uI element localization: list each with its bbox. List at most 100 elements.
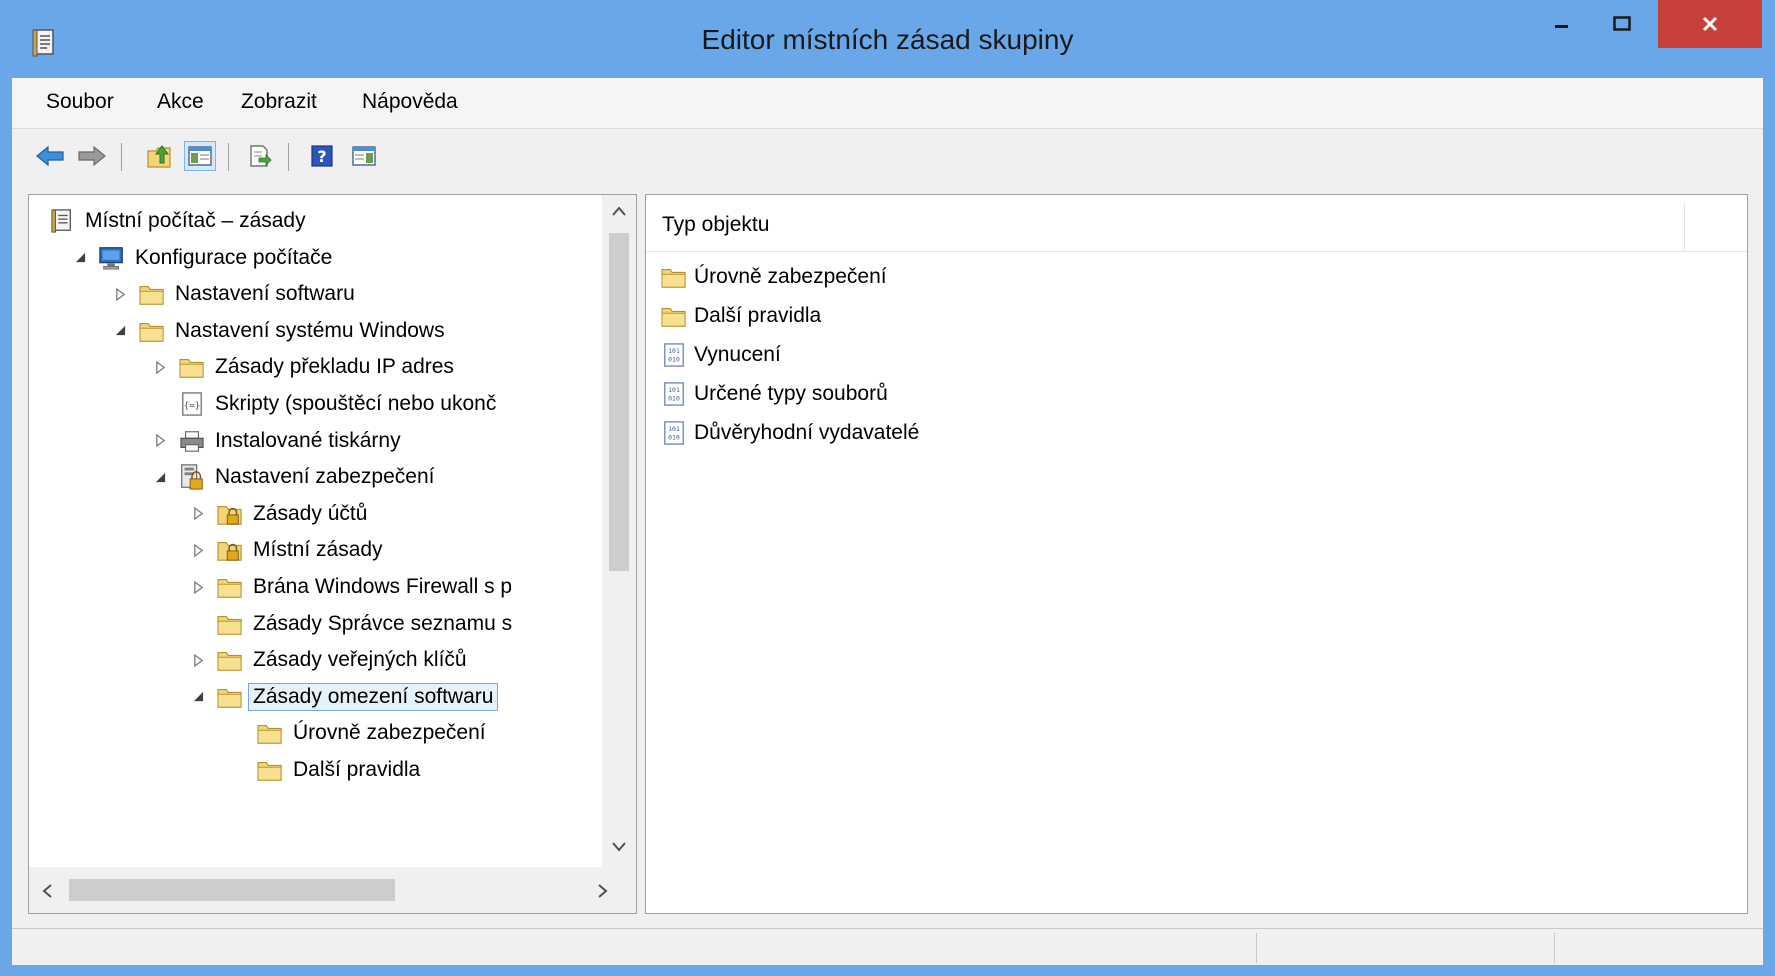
tree-pane[interactable]: Místní počítač – zásady Konfigurace počít… <box>28 194 637 914</box>
toolbar-separator <box>228 143 229 171</box>
tree-item-label: Zásady překladu IP adres <box>215 355 454 379</box>
tree-item-label: Zásady veřejných klíčů <box>253 648 467 672</box>
minimize-button[interactable] <box>1536 0 1588 48</box>
help-button[interactable]: ? <box>306 141 338 171</box>
tree-item[interactable]: Zásady Správce seznamu s <box>187 606 512 642</box>
locked-folder-icon <box>215 536 245 564</box>
tree-item-label: Další pravidla <box>293 758 421 781</box>
tree-item[interactable]: Zásady veřejných klíčů <box>187 642 467 678</box>
scroll-right-icon[interactable] <box>597 883 609 899</box>
expander-placeholder <box>187 613 209 635</box>
back-arrow-icon <box>36 145 64 167</box>
tree-item[interactable]: Brána Windows Firewall s p <box>187 569 512 605</box>
list-item[interactable]: Úrovně zabezpečení <box>660 259 887 295</box>
expanded-arrow-icon[interactable] <box>69 247 91 269</box>
tree-item-label: Úrovně zabezpečení <box>293 721 486 745</box>
list-header: Typ objektu <box>646 195 1747 252</box>
menu-napoveda[interactable]: Nápověda <box>362 90 458 114</box>
list-pane[interactable]: Typ objektu Úrovně zabezpečení Další prav… <box>645 194 1748 914</box>
tree-item[interactable]: Konfigurace počítače <box>69 240 332 276</box>
collapsed-arrow-icon[interactable] <box>149 356 171 378</box>
tree-item[interactable]: Zásady omezení softwaru <box>187 679 499 715</box>
folder-icon <box>255 756 285 784</box>
collapsed-arrow-icon[interactable] <box>187 539 209 561</box>
up-level-button[interactable] <box>144 141 176 171</box>
folder-icon <box>660 263 688 291</box>
collapsed-arrow-icon[interactable] <box>187 649 209 671</box>
tree-item-label: Místní počítač – zásady <box>85 209 306 232</box>
svg-text:010: 010 <box>668 394 680 402</box>
tree-vertical-scroll-thumb[interactable] <box>609 233 629 571</box>
tree-item-label: Brána Windows Firewall s p <box>253 575 513 598</box>
tree-horizontal-scroll-thumb[interactable] <box>69 879 395 901</box>
tree-item[interactable]: Další pravidla <box>227 752 420 788</box>
tree-item[interactable]: Nastavení systému Windows <box>109 313 445 349</box>
toolbar-separator <box>121 143 122 171</box>
tree-item[interactable]: Instalované tiskárny <box>149 423 401 459</box>
tree-horizontal-scrollbar[interactable] <box>29 867 636 913</box>
tree-item[interactable]: Úrovně zabezpečení <box>227 715 486 751</box>
menu-zobrazit[interactable]: Zobrazit <box>241 90 317 114</box>
list-item-label: Úrovně zabezpečení <box>694 265 887 288</box>
svg-text:010: 010 <box>668 433 680 441</box>
column-header-type[interactable]: Typ objektu <box>662 213 769 237</box>
export-list-button[interactable] <box>244 141 276 171</box>
tree-item[interactable]: Zásady účtů <box>187 496 367 532</box>
app-window: Editor místních zásad skupiny Soubor Akc… <box>0 0 1775 976</box>
collapsed-arrow-icon[interactable] <box>187 503 209 525</box>
collapsed-arrow-icon[interactable] <box>149 430 171 452</box>
menu-akce[interactable]: Akce <box>157 90 204 114</box>
tree-item-label: Instalované tiskárny <box>215 428 401 452</box>
tree-item[interactable]: {=} Skripty (spouštěcí nebo ukonč <box>149 386 496 422</box>
back-button[interactable] <box>34 141 66 171</box>
scroll-up-icon[interactable] <box>611 205 627 217</box>
tree-item-label: Zásady Správce seznamu s <box>253 611 513 635</box>
list-item[interactable]: Další pravidla <box>660 298 821 334</box>
tree-item[interactable]: Místní zásady <box>187 532 383 568</box>
toolbar: ? <box>12 129 1763 181</box>
status-divider <box>1554 933 1555 963</box>
svg-text:010: 010 <box>668 355 680 363</box>
list-item-label: Důvěryhodní vydavatelé <box>694 421 920 444</box>
expanded-arrow-icon[interactable] <box>149 466 171 488</box>
list-item[interactable]: 101 010 Určené typy souborů <box>660 376 888 412</box>
tree-item-label: Nastavení zabezpečení <box>215 465 435 489</box>
title-bar[interactable]: Editor místních zásad skupiny <box>0 0 1775 78</box>
folder-icon <box>177 353 207 381</box>
menu-soubor[interactable]: Soubor <box>46 90 114 114</box>
tree-item[interactable]: Nastavení softwaru <box>109 276 355 312</box>
list-item-label: Určené typy souborů <box>694 382 888 405</box>
binary-policy-icon: 101 010 <box>660 419 688 447</box>
tree-item-label: Nastavení softwaru <box>175 282 355 306</box>
folder-icon <box>255 719 285 747</box>
expanded-arrow-icon[interactable] <box>187 686 209 708</box>
scroll-left-icon[interactable] <box>41 883 53 899</box>
list-item[interactable]: 101 010 Důvěryhodní vydavatelé <box>660 415 919 451</box>
expander-placeholder <box>227 759 249 781</box>
folder-icon <box>137 317 167 345</box>
close-button[interactable] <box>1658 0 1762 48</box>
scroll-down-icon[interactable] <box>611 841 627 853</box>
script-icon: {=} <box>177 390 207 418</box>
collapsed-arrow-icon[interactable] <box>187 576 209 598</box>
tree-item-label: Místní zásady <box>253 538 383 562</box>
column-divider[interactable] <box>1684 203 1685 251</box>
minimize-icon <box>1555 25 1568 28</box>
maximize-button[interactable] <box>1596 0 1648 48</box>
action-pane-button[interactable] <box>348 141 380 171</box>
list-item[interactable]: 101 010 Vynucení <box>660 337 781 373</box>
list-item-label: Další pravidla <box>694 304 822 327</box>
folder-icon <box>215 573 245 601</box>
tree-item[interactable]: Zásady překladu IP adres <box>149 349 454 385</box>
tree-item[interactable]: Nastavení zabezpečení <box>149 459 434 495</box>
tree-vertical-scrollbar[interactable] <box>602 195 636 867</box>
forward-button[interactable] <box>76 141 108 171</box>
expanded-arrow-icon[interactable] <box>109 320 131 342</box>
show-hide-tree-button[interactable] <box>184 141 216 171</box>
locked-folder-icon <box>215 500 245 528</box>
tree-item[interactable]: Místní počítač – zásady <box>47 203 306 239</box>
window-title: Editor místních zásad skupiny <box>701 24 1074 55</box>
help-icon: ? <box>311 145 333 167</box>
collapsed-arrow-icon[interactable] <box>109 283 131 305</box>
expander-placeholder <box>149 393 171 415</box>
